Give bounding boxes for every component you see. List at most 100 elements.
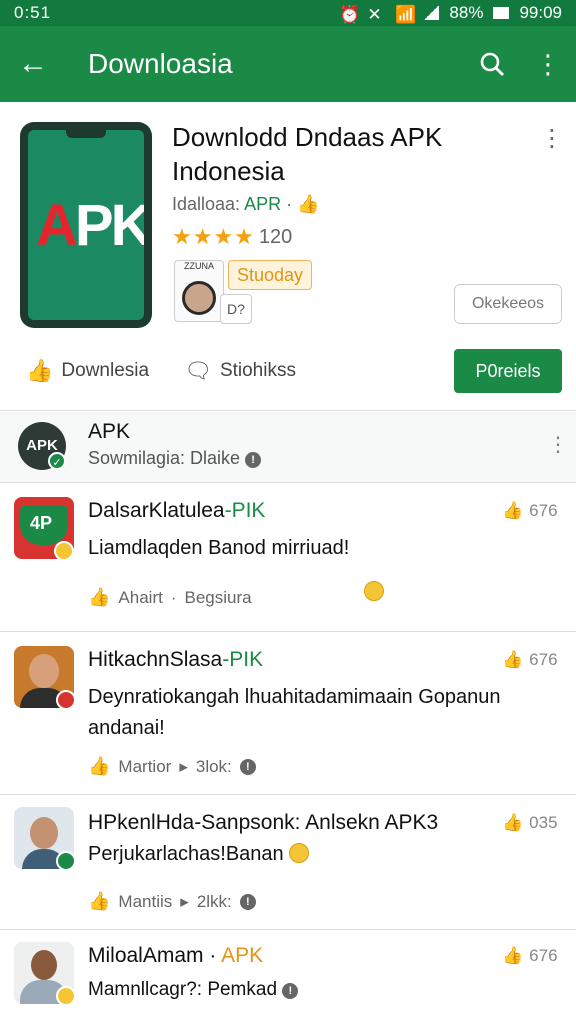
app-icon-screen: APK bbox=[28, 130, 144, 320]
review-author[interactable]: HPkenlHda-Sanpsonk: Anlsekn APK3 bbox=[88, 811, 438, 835]
developer-name: Idalloaa: bbox=[172, 194, 241, 214]
review-text: Liamdlaqden Banod mirriuad! bbox=[88, 537, 350, 559]
review-item: 4P DalsarKlatulea-PIK 👍 676 Liamdlaqden … bbox=[0, 483, 576, 631]
emoji-badge-icon bbox=[56, 986, 76, 1006]
separator: · bbox=[209, 944, 217, 967]
review-meta-b[interactable]: 3lok: bbox=[196, 757, 232, 777]
app-header-card: APK Downlodd Dndaas APK Indonesia ⋮ Idal… bbox=[0, 102, 576, 410]
like-count: 676 bbox=[529, 946, 558, 965]
like-count: 676 bbox=[529, 501, 558, 520]
thumbs-up-icon: 👍 bbox=[502, 813, 524, 832]
check-badge-icon: ✓ bbox=[48, 452, 66, 470]
app-more-icon[interactable]: ⋮ bbox=[540, 124, 564, 153]
review-text: Mamnllcagr?: Pemkad ! bbox=[88, 974, 558, 1005]
like-label: Downlesia bbox=[61, 360, 150, 381]
thumbs-up-icon: 👍 bbox=[502, 946, 524, 965]
action-row: 👍 Downlesia 🗨 Stiohikss P0reiels bbox=[0, 346, 576, 396]
outline-button[interactable]: Okekeeos bbox=[454, 284, 562, 324]
comment-label: Stiohikss bbox=[219, 360, 296, 381]
review-author-name: HitkachnSlasa bbox=[88, 648, 223, 671]
rating-count: 120 bbox=[258, 225, 293, 248]
review-meta-a[interactable]: Ahairt bbox=[118, 588, 162, 608]
review-meta-b[interactable]: 2lkk: bbox=[197, 892, 232, 912]
verified-icon: · 👍 bbox=[286, 194, 320, 214]
alarm-icon: ⏰ bbox=[339, 5, 361, 24]
review-author-name: MiloalAmam bbox=[88, 944, 204, 967]
developer-tag: APR bbox=[244, 194, 282, 214]
badge-label: ZZUNA bbox=[184, 261, 214, 271]
signal-icon bbox=[423, 6, 440, 20]
developer-row[interactable]: APK ✓ APK Sowmilagia: Dlaike ! ⋮ bbox=[0, 412, 576, 482]
comment-icon: 🗨 bbox=[184, 358, 212, 383]
app-rating: ★★★★ 120 bbox=[172, 224, 292, 250]
wifi-icon: 📶 bbox=[395, 5, 417, 24]
thumbs-up-outline-icon[interactable]: 👍 bbox=[88, 891, 110, 912]
review-author[interactable]: MiloalAmam · APK bbox=[88, 944, 263, 968]
search-button[interactable] bbox=[464, 26, 520, 102]
thumbs-up-icon: 👍 bbox=[502, 650, 524, 669]
thumbs-up-outline-icon[interactable]: 👍 bbox=[88, 587, 110, 608]
review-author[interactable]: DalsarKlatulea-PIK bbox=[88, 499, 265, 523]
info-icon: ! bbox=[239, 758, 256, 775]
page-title: Downloasia bbox=[88, 48, 233, 79]
developer-name: APK bbox=[88, 420, 131, 443]
emoji-icon bbox=[364, 581, 384, 601]
app-developer[interactable]: Idalloaa: APR · 👍 bbox=[172, 194, 320, 215]
mute-icon: ✕ bbox=[367, 5, 382, 24]
status-bar: 0:51 ⏰ ✕ 📶 88% 99:09 bbox=[0, 0, 576, 26]
review-author[interactable]: HitkachnSlasa-PIK bbox=[88, 648, 263, 672]
review-meta: 👍 Ahairt · Begsiura bbox=[88, 587, 252, 608]
divider bbox=[0, 410, 576, 411]
comment-button[interactable]: 🗨 Stiohikss bbox=[184, 358, 296, 384]
avatar-face bbox=[29, 654, 59, 688]
back-button[interactable]: ← bbox=[0, 26, 66, 102]
review-item: HPkenlHda-Sanpsonk: Anlsekn APK3 👍 035 P… bbox=[0, 795, 576, 929]
review-meta-a[interactable]: Martior bbox=[118, 757, 171, 777]
d-chip[interactable]: D? bbox=[220, 294, 252, 324]
review-meta: 👍 Mantiis ▸ 2lkk: ! bbox=[88, 891, 256, 912]
review-text: Perjukarlachas!Banan bbox=[88, 839, 558, 870]
separator: ▸ bbox=[179, 756, 188, 776]
overflow-menu-button[interactable]: ⋮ bbox=[520, 26, 576, 102]
review-item: MiloalAmam · APK 👍 676 Mamnllcagr?: Pemk… bbox=[0, 930, 576, 1024]
review-item: HitkachnSlasa-PIK 👍 676 Deynratiokangah … bbox=[0, 632, 576, 794]
app-bar: ← Downloasia ⋮ bbox=[0, 26, 576, 102]
info-icon: ! bbox=[282, 983, 299, 999]
arrow-back-icon: ← bbox=[18, 47, 48, 80]
avatar-face bbox=[30, 817, 58, 849]
avatar-logo: 4P bbox=[20, 505, 68, 545]
review-author-name: DalsarKlatulea bbox=[88, 499, 225, 522]
review-meta-a[interactable]: Mantiis bbox=[118, 892, 172, 912]
review-author-name: HPkenlHda bbox=[88, 811, 195, 834]
app-icon[interactable]: APK bbox=[20, 122, 152, 328]
search-icon bbox=[480, 52, 504, 76]
more-vert-icon[interactable]: ⋮ bbox=[548, 432, 568, 457]
review-author-tag: -PIK bbox=[224, 499, 266, 522]
avatar-face bbox=[31, 950, 57, 980]
app-title: Downlodd Dndaas APK Indonesia bbox=[172, 122, 443, 186]
thumbs-up-icon: 👍 bbox=[502, 501, 524, 520]
avatar bbox=[182, 281, 216, 315]
apk-logo: APK bbox=[36, 193, 144, 258]
sunday-chip[interactable]: Stuoday bbox=[228, 260, 313, 290]
status-time: 0:51 bbox=[14, 3, 52, 22]
review-meta-b[interactable]: Begsiura bbox=[185, 588, 252, 608]
badge-card[interactable]: ZZUNA bbox=[174, 260, 224, 322]
status-icons: ⏰ ✕ 📶 88% 99:09 bbox=[339, 3, 562, 24]
more-vert-icon: ⋮ bbox=[535, 48, 561, 79]
review-text-content: Mamnllcagr?: Pemkad bbox=[88, 979, 278, 1000]
thumbs-up-outline-icon[interactable]: 👍 bbox=[88, 756, 110, 777]
review-likes[interactable]: 👍 676 bbox=[502, 650, 558, 670]
review-likes[interactable]: 👍 676 bbox=[502, 501, 558, 521]
like-button[interactable]: 👍 Downlesia bbox=[26, 358, 149, 384]
check-badge-icon bbox=[56, 851, 76, 871]
review-text-content: Perjukarlachas!Banan bbox=[88, 843, 284, 865]
install-button[interactable]: P0reiels bbox=[454, 349, 562, 393]
review-likes[interactable]: 👍 035 bbox=[502, 813, 558, 833]
separator: ▸ bbox=[180, 891, 189, 911]
emoji-badge-icon bbox=[54, 541, 74, 561]
review-likes[interactable]: 👍 676 bbox=[502, 946, 558, 966]
battery-percent: 88% bbox=[449, 3, 484, 22]
phone-notch bbox=[66, 130, 106, 138]
developer-subtitle: Sowmilagia: Dlaike ! bbox=[88, 448, 262, 469]
